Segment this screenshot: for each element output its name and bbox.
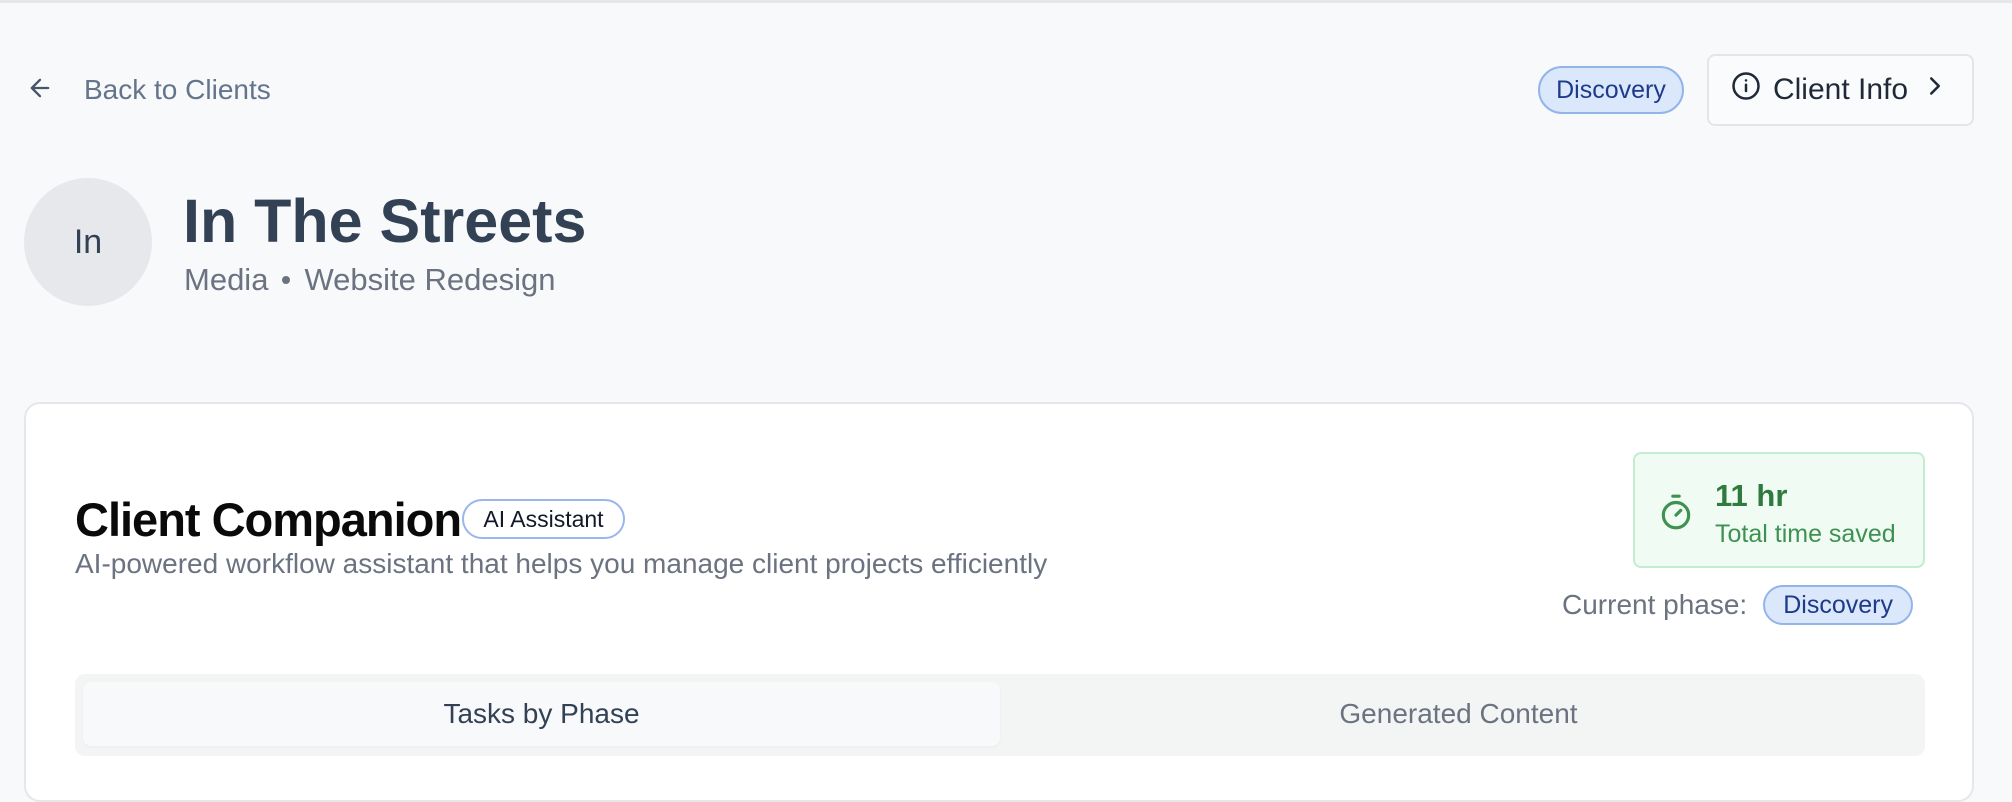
- client-info-button[interactable]: Client Info: [1707, 54, 1974, 126]
- companion-title: Client Companion: [75, 493, 462, 546]
- client-project: Website Redesign: [304, 262, 556, 297]
- time-saved-stat: 11 hr Total time saved: [1633, 452, 1925, 568]
- current-phase-badge: Discovery: [1763, 585, 1913, 625]
- phase-badge: Discovery: [1538, 66, 1684, 114]
- separator-dot: [282, 276, 291, 284]
- back-to-clients-label: Back to Clients: [84, 74, 271, 105]
- client-avatar: In: [24, 178, 152, 306]
- tab-generated-content[interactable]: Generated Content: [1000, 682, 1917, 746]
- ai-assistant-badge: AI Assistant: [462, 499, 625, 539]
- time-saved-label: Total time saved: [1715, 520, 1896, 548]
- arrow-left-icon: [26, 74, 54, 107]
- current-phase-label: Current phase:: [1562, 589, 1748, 620]
- client-name: In The Streets: [183, 187, 587, 255]
- info-circle-icon: [1731, 71, 1761, 109]
- page-header: Back to Clients Discovery Client Info: [0, 54, 2012, 126]
- current-phase: Current phase: Discovery: [1562, 584, 1913, 626]
- time-saved-value: 11 hr: [1715, 478, 1788, 513]
- chevron-right-icon: [1920, 71, 1950, 109]
- client-meta: Media Website Redesign: [184, 262, 555, 298]
- top-border: [0, 0, 2012, 3]
- client-industry: Media: [184, 262, 269, 297]
- back-to-clients-link[interactable]: Back to Clients: [26, 70, 271, 110]
- tab-tasks-by-phase[interactable]: Tasks by Phase: [83, 682, 1000, 746]
- client-companion-card: Client Companion AI Assistant AI-powered…: [24, 402, 1974, 802]
- companion-tabs: Tasks by Phase Generated Content: [75, 674, 1925, 756]
- companion-description: AI-powered workflow assistant that helps…: [75, 548, 1048, 579]
- client-info-label: Client Info: [1772, 73, 1909, 106]
